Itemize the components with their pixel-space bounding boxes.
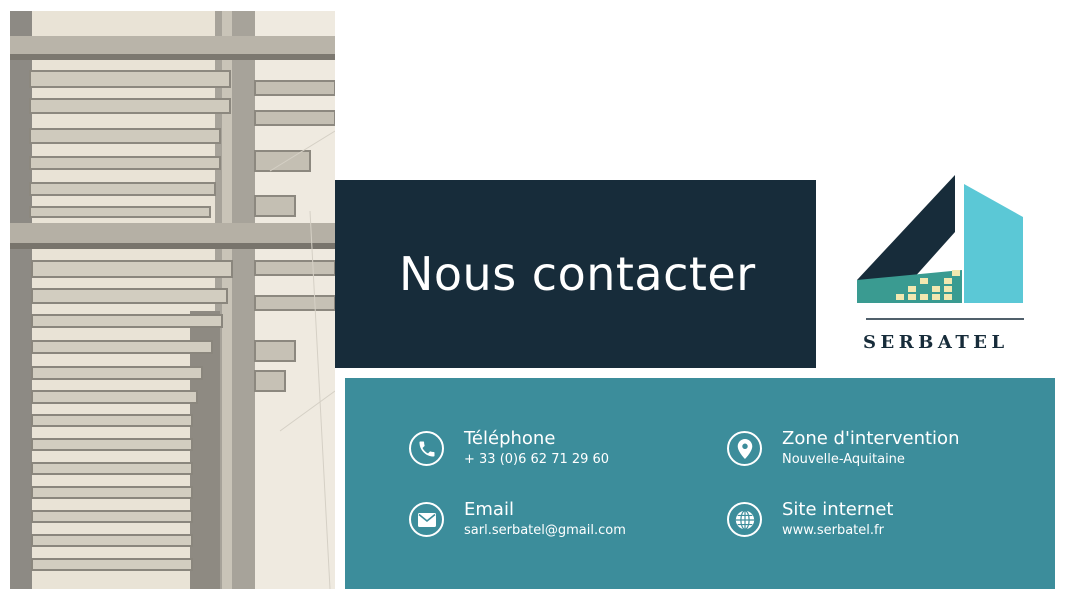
- email-value[interactable]: sarl.serbatel@gmail.com: [464, 522, 626, 540]
- zone-label: Zone d'intervention: [782, 428, 960, 449]
- contact-panel: Téléphone + 33 (0)6 62 71 29 60 Zone d'i…: [345, 378, 1055, 589]
- contact-website[interactable]: Site internet www.serbatel.fr: [727, 499, 893, 540]
- phone-icon: [409, 431, 444, 466]
- page-title: Nous contacter: [399, 247, 756, 301]
- cable-tray-illustration: [10, 11, 335, 589]
- phone-value[interactable]: + 33 (0)6 62 71 29 60: [464, 451, 609, 469]
- phone-label: Téléphone: [464, 428, 556, 449]
- contact-email[interactable]: Email sarl.serbatel@gmail.com: [409, 499, 626, 540]
- logo-building-icon: [857, 175, 1024, 320]
- map-pin-icon: [727, 431, 762, 466]
- title-banner: Nous contacter: [335, 180, 816, 368]
- contact-zone: Zone d'intervention Nouvelle-Aquitaine: [727, 428, 959, 469]
- website-label: Site internet: [782, 499, 894, 520]
- globe-icon: [727, 502, 762, 537]
- cable-tray-photo: [10, 11, 335, 589]
- mail-icon: [409, 502, 444, 537]
- zone-value: Nouvelle-Aquitaine: [782, 452, 905, 467]
- logo-wordmark: SERBATEL: [863, 332, 1009, 353]
- email-label: Email: [464, 499, 514, 520]
- website-value[interactable]: www.serbatel.fr: [782, 522, 893, 540]
- contact-phone[interactable]: Téléphone + 33 (0)6 62 71 29 60: [409, 428, 609, 469]
- serbatel-logo: SERBATEL: [852, 172, 1032, 357]
